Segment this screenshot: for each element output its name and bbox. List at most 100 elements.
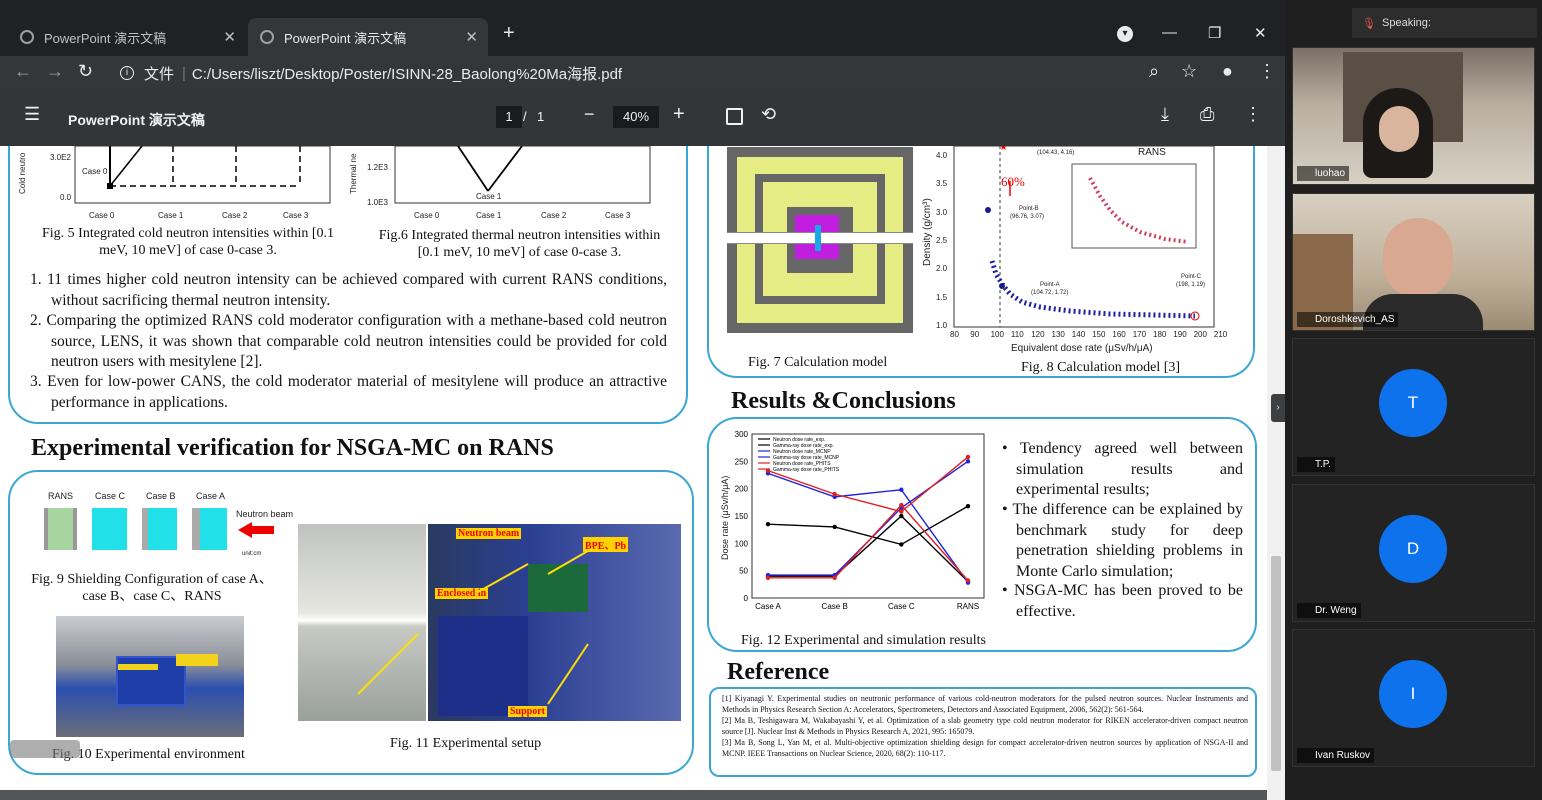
pdf-toolbar: ☰ PowerPoint 演示文稿 1 / 1 − 40% + ⟲ ⤓ ⎙ ⋮	[0, 90, 1285, 146]
fig8-point-a-coords: (104.72, 1.72)	[1031, 290, 1069, 296]
fig12-point	[765, 575, 771, 580]
fig7-model	[727, 147, 913, 333]
download-icon[interactable]: ⤓	[1161, 104, 1169, 125]
fig12-ytick: 50	[739, 567, 748, 576]
fig5-caption: Fig. 5 Integrated cold neutron intensiti…	[42, 226, 335, 258]
fig12-ytick: 200	[735, 485, 749, 494]
fig12-ytick: 0	[744, 594, 749, 603]
omnibox[interactable]: i 文件 | C:/Users/liszt/Desktop/Poster/ISI…	[108, 58, 1211, 88]
info-icon[interactable]: i	[120, 66, 134, 80]
fig5-case-label: Case 0	[82, 167, 108, 176]
restore-button[interactable]: ❐	[1208, 24, 1221, 42]
participant-tile[interactable]: T T.P.	[1292, 338, 1535, 476]
fig8-ytick: 4.0	[936, 151, 948, 160]
globe-icon	[20, 30, 34, 44]
tab-1-label: PowerPoint 演示文稿	[44, 30, 167, 46]
fig6-xtick: Case 2	[541, 211, 567, 220]
fig8-xtick: 100	[990, 330, 1004, 339]
fig8-xtick: 180	[1153, 330, 1167, 339]
fig9-unit: unit:cm	[242, 551, 262, 557]
side-panel-toggle-icon[interactable]: ›	[1271, 394, 1285, 422]
separator: |	[182, 64, 186, 82]
fig7-caption: Fig. 7 Calculation model	[748, 355, 888, 370]
menu-kebab-icon[interactable]: ⋮	[1258, 61, 1276, 82]
zoom-input[interactable]: 40%	[613, 106, 659, 128]
fig8-xtick: 170	[1132, 330, 1147, 339]
account-icon[interactable]: ●	[1222, 61, 1233, 82]
fig8-xtick: 140	[1071, 330, 1086, 339]
minimize-button[interactable]: —	[1162, 24, 1177, 41]
fit-page-icon[interactable]	[726, 108, 743, 125]
bullet-1: 1. 11 times higher cold neutron intensit…	[30, 271, 667, 309]
address-bar: ← → ↻ i 文件 | C:/Users/liszt/Desktop/Post…	[0, 56, 1285, 90]
fig6-ylabel: Thermal ne	[349, 153, 358, 194]
fig12-point	[899, 502, 904, 508]
forward-icon[interactable]: →	[46, 61, 64, 82]
fig12-point	[899, 513, 904, 519]
vertical-scrollbar[interactable]	[1267, 146, 1285, 800]
fig8-point-b-coords: (96.76, 3.07)	[1010, 214, 1045, 220]
video-feed	[1293, 194, 1534, 330]
globe-icon	[260, 30, 274, 44]
zoom-in-button[interactable]: +	[673, 103, 685, 126]
fig6-ytick: 1.0E3	[367, 198, 388, 207]
participant-name: Ivan Ruskov	[1297, 748, 1375, 763]
fig8-ytick: 1.5	[936, 292, 948, 302]
fig12-point	[899, 509, 904, 514]
bookmark-star-icon[interactable]: ☆	[1181, 61, 1197, 82]
fig12-point	[965, 503, 971, 509]
participant-tile[interactable]: I Ivan Ruskov	[1292, 629, 1535, 767]
floating-toolbar[interactable]	[10, 740, 80, 758]
back-icon[interactable]: ←	[14, 61, 32, 82]
tab-close-icon[interactable]: ✕	[465, 28, 478, 46]
fig8-xtick: 90	[970, 330, 980, 339]
tab-1[interactable]: PowerPoint 演示文稿 ✕	[8, 18, 246, 56]
fig8-point-c-coords: (198, 1.19)	[1176, 282, 1206, 288]
bullet-3: 3. Even for low-power CANS, the cold mod…	[30, 373, 667, 411]
more-actions-icon[interactable]: ⋮	[1244, 104, 1262, 125]
speaking-indicator: 🎙 Speaking:	[1352, 8, 1537, 38]
result-bullet-2: • The difference can be explained by ben…	[1002, 501, 1243, 580]
fig6-xtick: Case 3	[605, 211, 631, 220]
fig6-caption: Fig.6 Integrated thermal neutron intensi…	[378, 228, 661, 260]
tab-2[interactable]: PowerPoint 演示文稿 ✕	[248, 18, 488, 56]
fig9-caseb-block	[142, 508, 177, 550]
close-window-button[interactable]: ✕	[1254, 24, 1267, 42]
fig12-series-line	[768, 460, 969, 576]
reload-icon[interactable]: ↻	[78, 61, 93, 82]
fig8-xtick: 190	[1173, 330, 1187, 339]
fig8-xtick: 210	[1213, 330, 1228, 339]
participant-tile[interactable]: luohao	[1292, 47, 1535, 185]
fig12-xtick: RANS	[957, 602, 979, 611]
fig12-point	[832, 491, 837, 497]
zoom-icon[interactable]: ⌕	[1149, 61, 1159, 82]
fig8-xtick: 110	[1010, 330, 1024, 339]
tab-close-icon[interactable]: ✕	[223, 28, 236, 46]
hamburger-menu-icon[interactable]: ☰	[24, 104, 40, 125]
fig5-xtick: Case 0	[89, 211, 115, 220]
participant-tile[interactable]: Doroshkevich_AS	[1292, 193, 1535, 331]
fig12-point	[765, 522, 771, 527]
scrollbar-thumb[interactable]	[1271, 556, 1281, 771]
page-number-input[interactable]: 1	[496, 106, 522, 128]
fig8-ytick: 1.0	[936, 320, 948, 330]
fig8-xtick: 200	[1193, 330, 1207, 339]
zoom-out-button[interactable]: −	[584, 104, 595, 125]
fig5-xtick: Case 3	[283, 211, 309, 220]
reference-2: [2] Ma B, Teshigawara M, Wakabayashi Y, …	[722, 716, 1248, 736]
fig6-ytick: 1.2E3	[367, 163, 388, 172]
profile-menu-button[interactable]: ▾	[1117, 26, 1133, 42]
fig12-caption: Fig. 12 Experimental and simulation resu…	[741, 633, 986, 648]
print-icon[interactable]: ⎙	[1200, 104, 1214, 125]
fig6-xtick: Case 0	[414, 211, 440, 220]
rotate-icon[interactable]: ⟲	[761, 104, 776, 125]
fig8-percent: 60%	[1001, 174, 1025, 189]
fig12-xtick: Case C	[888, 602, 915, 611]
fig8-xtick: 80	[950, 330, 959, 339]
participant-tile[interactable]: D Dr. Weng	[1292, 484, 1535, 622]
fig8-point-b: Point-B	[1019, 206, 1039, 212]
new-tab-button[interactable]: +	[503, 22, 515, 45]
fig9-neutron-label: Neutron beam	[236, 509, 294, 519]
scheme-label: 文件	[144, 65, 175, 83]
pdf-viewport[interactable]: Cold neutro 3.0E2 0.0 Case 0 Case 0 Case…	[0, 146, 1285, 800]
